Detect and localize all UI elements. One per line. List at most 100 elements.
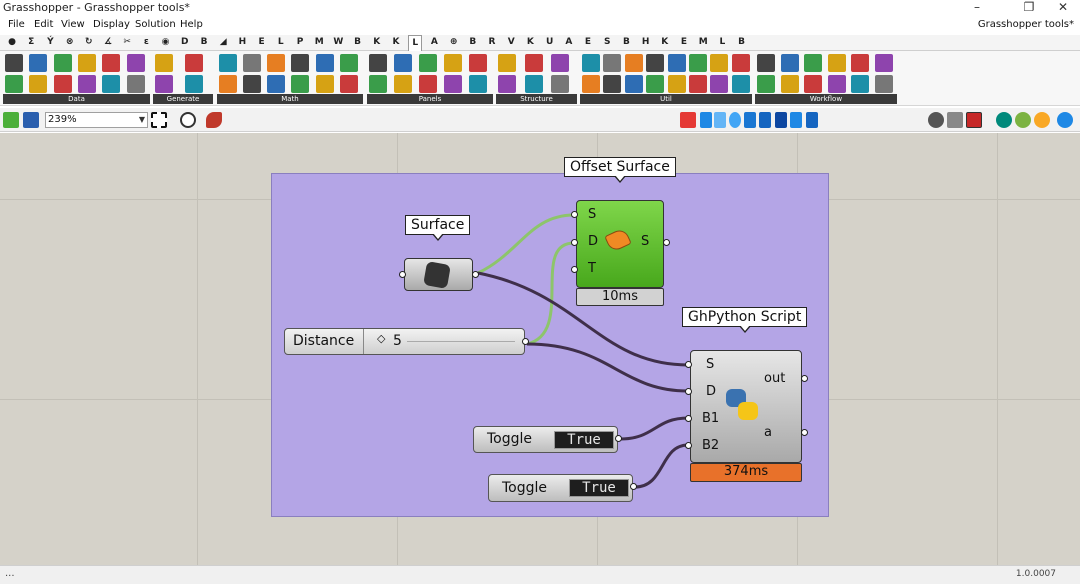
component-tab[interactable]: ∡: [101, 37, 115, 50]
component-tab[interactable]: K: [389, 37, 403, 50]
toggle-2[interactable]: Toggle True: [488, 474, 633, 502]
menu-view[interactable]: View: [61, 19, 85, 30]
ribbon-component-icon[interactable]: [874, 54, 893, 72]
slider-handle-icon[interactable]: ◇: [377, 332, 385, 345]
ribbon-component-icon[interactable]: [624, 75, 643, 93]
distance-output-port[interactable]: [522, 338, 529, 345]
surface-output-port[interactable]: [472, 271, 479, 278]
component-tab[interactable]: B: [466, 37, 480, 50]
ribbon-component-icon[interactable]: [603, 54, 622, 72]
ribbon-component-icon[interactable]: [369, 54, 387, 72]
ime-grid-icon[interactable]: [806, 112, 818, 128]
slider-track[interactable]: [407, 341, 515, 342]
toggle-2-value[interactable]: True: [569, 479, 629, 497]
ime-emoji-icon[interactable]: [729, 112, 741, 128]
ime-skin-icon[interactable]: [775, 112, 787, 128]
restore-button[interactable]: ❐: [1012, 0, 1046, 17]
menu-display[interactable]: Display: [93, 19, 130, 30]
component-tab[interactable]: A: [562, 37, 576, 50]
component-tab[interactable]: K: [658, 37, 672, 50]
component-tab[interactable]: ↻: [82, 37, 96, 50]
zoom-extents-icon[interactable]: [151, 112, 167, 128]
ime-punctuation-icon[interactable]: [714, 112, 726, 128]
wire-toggle2-to-python-b2[interactable]: [634, 443, 689, 489]
python-output-a-port[interactable]: [801, 429, 808, 436]
component-tab[interactable]: ✂: [120, 37, 134, 50]
component-tab[interactable]: P: [293, 37, 307, 50]
python-input-s-port[interactable]: [685, 361, 692, 368]
ribbon-group-label[interactable]: Data: [3, 94, 150, 104]
offset-input-d-port[interactable]: [571, 239, 578, 246]
offset-output-s-port[interactable]: [663, 239, 670, 246]
ribbon-component-icon[interactable]: [102, 54, 121, 72]
component-tab[interactable]: ⊕: [447, 37, 461, 50]
preview-eye-icon[interactable]: [180, 112, 196, 128]
ribbon-component-icon[interactable]: [582, 54, 600, 72]
ribbon-component-icon[interactable]: [551, 54, 570, 72]
component-tab[interactable]: M: [696, 37, 710, 50]
component-tab[interactable]: B: [619, 37, 633, 50]
toggle-1[interactable]: Toggle True: [473, 426, 618, 453]
zoom-select[interactable]: 239% ▼: [45, 112, 148, 128]
ribbon-component-icon[interactable]: [243, 75, 262, 93]
ribbon-component-icon[interactable]: [155, 54, 173, 72]
shaded-preview-icon[interactable]: [966, 112, 982, 128]
ribbon-component-icon[interactable]: [874, 75, 893, 93]
python-input-b1-port[interactable]: [685, 415, 692, 422]
ribbon-component-icon[interactable]: [624, 54, 643, 72]
ribbon-component-icon[interactable]: [267, 75, 286, 93]
surface-input-port[interactable]: [399, 271, 406, 278]
preview-mode-icon[interactable]: [928, 112, 944, 128]
component-tab[interactable]: E: [581, 37, 595, 50]
ribbon-component-icon[interactable]: [184, 54, 203, 72]
ribbon-component-icon[interactable]: [646, 54, 665, 72]
component-tab[interactable]: M: [312, 37, 326, 50]
ribbon-component-icon[interactable]: [851, 75, 869, 93]
ribbon-component-icon[interactable]: [5, 75, 23, 93]
ribbon-component-icon[interactable]: [77, 54, 96, 72]
python-output-out-port[interactable]: [801, 375, 808, 382]
ribbon-component-icon[interactable]: [155, 75, 173, 93]
component-tab[interactable]: B: [197, 37, 211, 50]
ribbon-component-icon[interactable]: [219, 75, 237, 93]
ime-tool-icon[interactable]: [790, 112, 802, 128]
toggle-1-output-port[interactable]: [615, 435, 622, 442]
component-tab[interactable]: E: [255, 37, 269, 50]
ribbon-component-icon[interactable]: [780, 75, 799, 93]
preview-selected-icon[interactable]: [996, 112, 1012, 128]
offset-input-t-port[interactable]: [571, 266, 578, 273]
menu-solution[interactable]: Solution: [135, 19, 176, 30]
ribbon-component-icon[interactable]: [243, 54, 262, 72]
ribbon-group-label[interactable]: Util: [580, 94, 752, 104]
component-tab[interactable]: K: [523, 37, 537, 50]
save-file-icon[interactable]: [23, 112, 39, 128]
material-preview-icon[interactable]: [1034, 112, 1050, 128]
ribbon-component-icon[interactable]: [498, 75, 516, 93]
ribbon-component-icon[interactable]: [53, 54, 72, 72]
ribbon-component-icon[interactable]: [419, 54, 437, 72]
component-tab[interactable]: Σ: [24, 37, 38, 50]
input-method-logo-icon[interactable]: [680, 112, 696, 128]
ribbon-group-label[interactable]: Structure: [496, 94, 577, 104]
ribbon-component-icon[interactable]: [339, 54, 358, 72]
component-tab[interactable]: ◢: [216, 37, 230, 50]
component-tab[interactable]: R: [485, 37, 499, 50]
ribbon-component-icon[interactable]: [29, 75, 48, 93]
ribbon-component-icon[interactable]: [339, 75, 358, 93]
ribbon-component-icon[interactable]: [315, 54, 334, 72]
menu-edit[interactable]: Edit: [34, 19, 53, 30]
component-tab[interactable]: V: [504, 37, 518, 50]
component-tab[interactable]: ⊗: [63, 37, 77, 50]
offset-surface-component[interactable]: S D T S: [576, 200, 664, 288]
ribbon-group-label[interactable]: Workflow: [755, 94, 897, 104]
ribbon-component-icon[interactable]: [444, 54, 462, 72]
ribbon-component-icon[interactable]: [77, 75, 96, 93]
ime-chinese-icon[interactable]: [700, 112, 712, 128]
ribbon-component-icon[interactable]: [667, 54, 686, 72]
ribbon-component-icon[interactable]: [53, 75, 72, 93]
ribbon-component-icon[interactable]: [851, 54, 869, 72]
ribbon-component-icon[interactable]: [419, 75, 437, 93]
menu-file[interactable]: File: [8, 19, 25, 30]
ribbon-component-icon[interactable]: [710, 75, 729, 93]
ribbon-component-icon[interactable]: [315, 75, 334, 93]
